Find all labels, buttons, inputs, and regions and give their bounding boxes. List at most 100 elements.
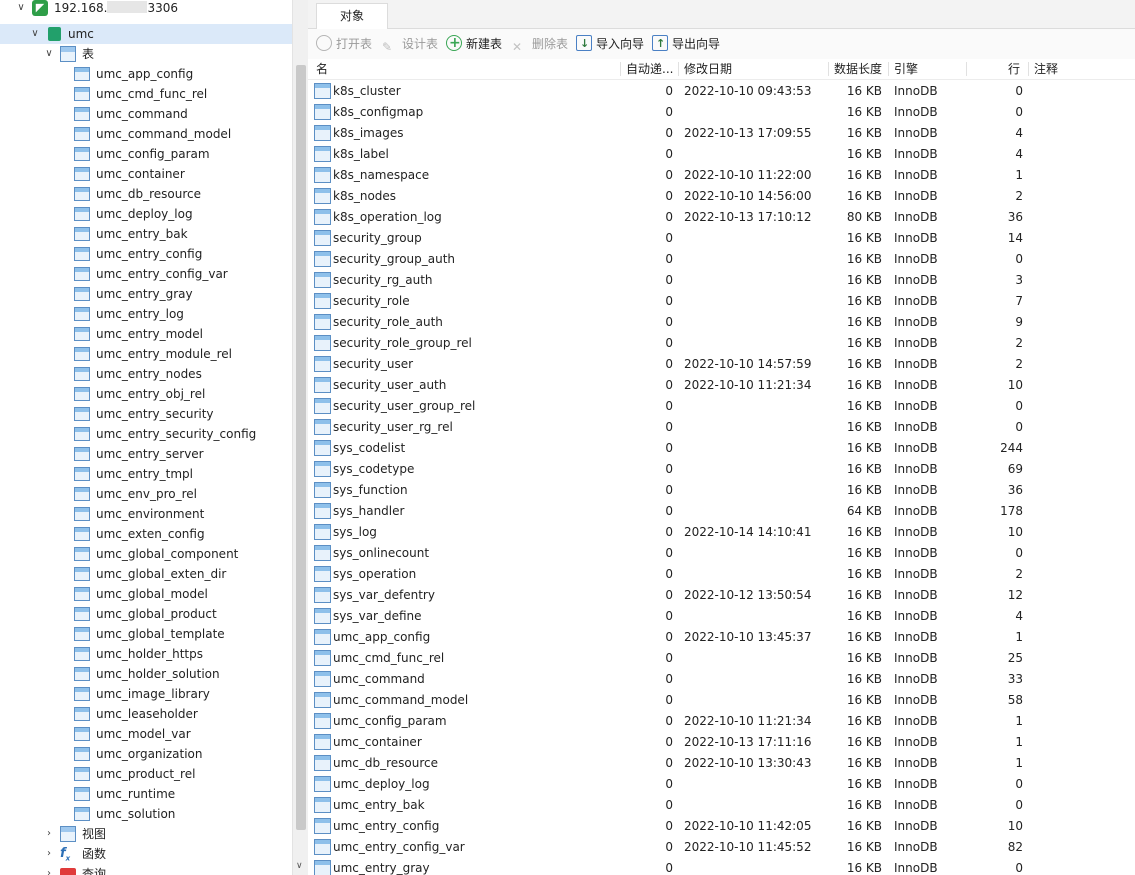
table-row[interactable]: security_user_group_rel 0 16 KB InnoDB 0 (308, 396, 1135, 417)
chevron-down-icon[interactable]: ∨ (44, 49, 54, 59)
table-row[interactable]: umc_entry_gray 0 16 KB InnoDB 0 (308, 858, 1135, 875)
tree-database-umc[interactable]: ∨ umc (0, 24, 292, 44)
tree-tables-folder[interactable]: ∨ 表 (0, 44, 292, 64)
import-wizard-button[interactable]: 导入向导 (576, 34, 644, 54)
scroll-down-arrow-icon[interactable]: ∨ (296, 861, 303, 871)
column-divider[interactable] (828, 62, 829, 76)
table-row[interactable]: k8s_nodes 0 2022-10-10 14:56:00 16 KB InnoDB… (308, 186, 1135, 207)
table-row[interactable]: sys_codelist 0 16 KB InnoDB 244 (308, 438, 1135, 459)
table-row[interactable]: sys_var_defentry 0 2022-10-12 13:50:54 16 K… (308, 585, 1135, 606)
column-divider[interactable] (966, 62, 967, 76)
tree-table-item[interactable]: umc_entry_model (0, 324, 292, 344)
tree-table-item[interactable]: umc_model_var (0, 724, 292, 744)
column-name[interactable]: 名 (316, 59, 516, 79)
tree-table-item[interactable]: umc_global_exten_dir (0, 564, 292, 584)
table-row[interactable]: security_rg_auth 0 16 KB InnoDB 3 (308, 270, 1135, 291)
table-row[interactable]: security_user 0 2022-10-10 14:57:59 16 KB In… (308, 354, 1135, 375)
table-row[interactable]: k8s_images 0 2022-10-13 17:09:55 16 KB InnoD… (308, 123, 1135, 144)
table-row[interactable]: umc_cmd_func_rel 0 16 KB InnoDB 25 (308, 648, 1135, 669)
export-wizard-button[interactable]: 导出向导 (652, 34, 720, 54)
column-modified-date[interactable]: 修改日期 (684, 59, 804, 79)
column-comment[interactable]: 注释 (1034, 59, 1094, 79)
tree-table-item[interactable]: umc_leaseholder (0, 704, 292, 724)
tree-table-item[interactable]: umc_container (0, 164, 292, 184)
table-row[interactable]: sys_codetype 0 16 KB InnoDB 69 (308, 459, 1135, 480)
tree-table-item[interactable]: umc_holder_https (0, 644, 292, 664)
tree-table-item[interactable]: umc_env_pro_rel (0, 484, 292, 504)
tree-table-item[interactable]: umc_entry_bak (0, 224, 292, 244)
table-row[interactable]: sys_handler 0 64 KB InnoDB 178 (308, 501, 1135, 522)
table-row[interactable]: k8s_configmap 0 16 KB InnoDB 0 (308, 102, 1135, 123)
tree-table-item[interactable]: umc_organization (0, 744, 292, 764)
tree-table-item[interactable]: umc_global_product (0, 604, 292, 624)
column-engine[interactable]: 引擎 (894, 59, 964, 79)
tree-table-item[interactable]: umc_global_template (0, 624, 292, 644)
tree-table-item[interactable]: umc_entry_gray (0, 284, 292, 304)
tree-table-item[interactable]: umc_entry_log (0, 304, 292, 324)
column-divider[interactable] (888, 62, 889, 76)
column-divider[interactable] (1028, 62, 1029, 76)
chevron-right-icon[interactable]: › (44, 829, 54, 839)
table-row[interactable]: umc_entry_bak 0 16 KB InnoDB 0 (308, 795, 1135, 816)
column-divider[interactable] (620, 62, 621, 76)
table-row[interactable]: umc_container 0 2022-10-13 17:11:16 16 KB In… (308, 732, 1135, 753)
tree-table-item[interactable]: umc_runtime (0, 784, 292, 804)
tree-table-item[interactable]: umc_environment (0, 504, 292, 524)
table-row[interactable]: k8s_label 0 16 KB InnoDB 4 (308, 144, 1135, 165)
table-row[interactable]: k8s_operation_log 0 2022-10-13 17:10:12 80 … (308, 207, 1135, 228)
tree-table-item[interactable]: umc_entry_server (0, 444, 292, 464)
tree-table-item[interactable]: umc_exten_config (0, 524, 292, 544)
table-row[interactable]: umc_entry_config 0 2022-10-10 11:42:05 16 K… (308, 816, 1135, 837)
chevron-right-icon[interactable]: › (44, 869, 54, 875)
tree-views-folder[interactable]: › 视图 (0, 824, 292, 844)
table-row[interactable]: sys_operation 0 16 KB InnoDB 2 (308, 564, 1135, 585)
tree-queries-folder[interactable]: › 查询 (0, 864, 292, 875)
table-row[interactable]: security_user_rg_rel 0 16 KB InnoDB 0 (308, 417, 1135, 438)
tree-table-item[interactable]: umc_image_library (0, 684, 292, 704)
table-row[interactable]: umc_db_resource 0 2022-10-10 13:30:43 16 KB… (308, 753, 1135, 774)
tree-table-item[interactable]: umc_command (0, 104, 292, 124)
table-row[interactable]: sys_function 0 16 KB InnoDB 36 (308, 480, 1135, 501)
tree-table-item[interactable]: umc_product_rel (0, 764, 292, 784)
tree-table-item[interactable]: umc_global_component (0, 544, 292, 564)
tree-table-item[interactable]: umc_global_model (0, 584, 292, 604)
table-row[interactable]: umc_command_model 0 16 KB InnoDB 58 (308, 690, 1135, 711)
chevron-right-icon[interactable]: › (44, 849, 54, 859)
table-row[interactable]: security_role_group_rel 0 16 KB InnoDB 2 (308, 333, 1135, 354)
tree-connection[interactable]: ∨ ◤ 192.168. 3306 (0, 0, 292, 18)
column-auto-increment[interactable]: 自动递... (626, 59, 678, 79)
table-row[interactable]: umc_entry_config_var 0 2022-10-10 11:45:52… (308, 837, 1135, 858)
tree-table-item[interactable]: umc_solution (0, 804, 292, 824)
tree-table-item[interactable]: umc_entry_security_config (0, 424, 292, 444)
tree-table-item[interactable]: umc_cmd_func_rel (0, 84, 292, 104)
table-row[interactable]: security_group_auth 0 16 KB InnoDB 0 (308, 249, 1135, 270)
column-divider[interactable] (678, 62, 679, 76)
tree-table-item[interactable]: umc_app_config (0, 64, 292, 84)
table-row[interactable]: k8s_namespace 0 2022-10-10 11:22:00 16 KB In… (308, 165, 1135, 186)
table-row[interactable]: sys_onlinecount 0 16 KB InnoDB 0 (308, 543, 1135, 564)
delete-table-button[interactable]: ✕ 删除表 (512, 34, 568, 54)
table-row[interactable]: umc_command 0 16 KB InnoDB 33 (308, 669, 1135, 690)
table-row[interactable]: umc_config_param 0 2022-10-10 11:21:34 16 K… (308, 711, 1135, 732)
tree-table-item[interactable]: umc_entry_obj_rel (0, 384, 292, 404)
tree-table-item[interactable]: umc_entry_tmpl (0, 464, 292, 484)
tree-functions-folder[interactable]: › fx 函数 (0, 844, 292, 864)
chevron-down-icon[interactable]: ∨ (16, 3, 26, 13)
tree-table-item[interactable]: umc_holder_solution (0, 664, 292, 684)
tree-table-item[interactable]: umc_db_resource (0, 184, 292, 204)
table-row[interactable]: security_role 0 16 KB InnoDB 7 (308, 291, 1135, 312)
tree-table-item[interactable]: umc_entry_config_var (0, 264, 292, 284)
table-row[interactable]: sys_log 0 2022-10-14 14:10:41 16 KB InnoDB 10 (308, 522, 1135, 543)
tree-scrollbar[interactable]: ∨ (292, 0, 309, 875)
table-row[interactable]: umc_deploy_log 0 16 KB InnoDB 0 (308, 774, 1135, 795)
tree-table-item[interactable]: umc_entry_security (0, 404, 292, 424)
tab-objects[interactable]: 对象 (316, 3, 388, 29)
tree-table-item[interactable]: umc_deploy_log (0, 204, 292, 224)
chevron-down-icon[interactable]: ∨ (30, 29, 40, 39)
tree-table-item[interactable]: umc_entry_config (0, 244, 292, 264)
design-table-button[interactable]: ✎ 设计表 (382, 34, 438, 54)
tree-table-item[interactable]: umc_config_param (0, 144, 292, 164)
table-row[interactable]: security_role_auth 0 16 KB InnoDB 9 (308, 312, 1135, 333)
tree-table-item[interactable]: umc_command_model (0, 124, 292, 144)
table-row[interactable]: security_group 0 16 KB InnoDB 14 (308, 228, 1135, 249)
